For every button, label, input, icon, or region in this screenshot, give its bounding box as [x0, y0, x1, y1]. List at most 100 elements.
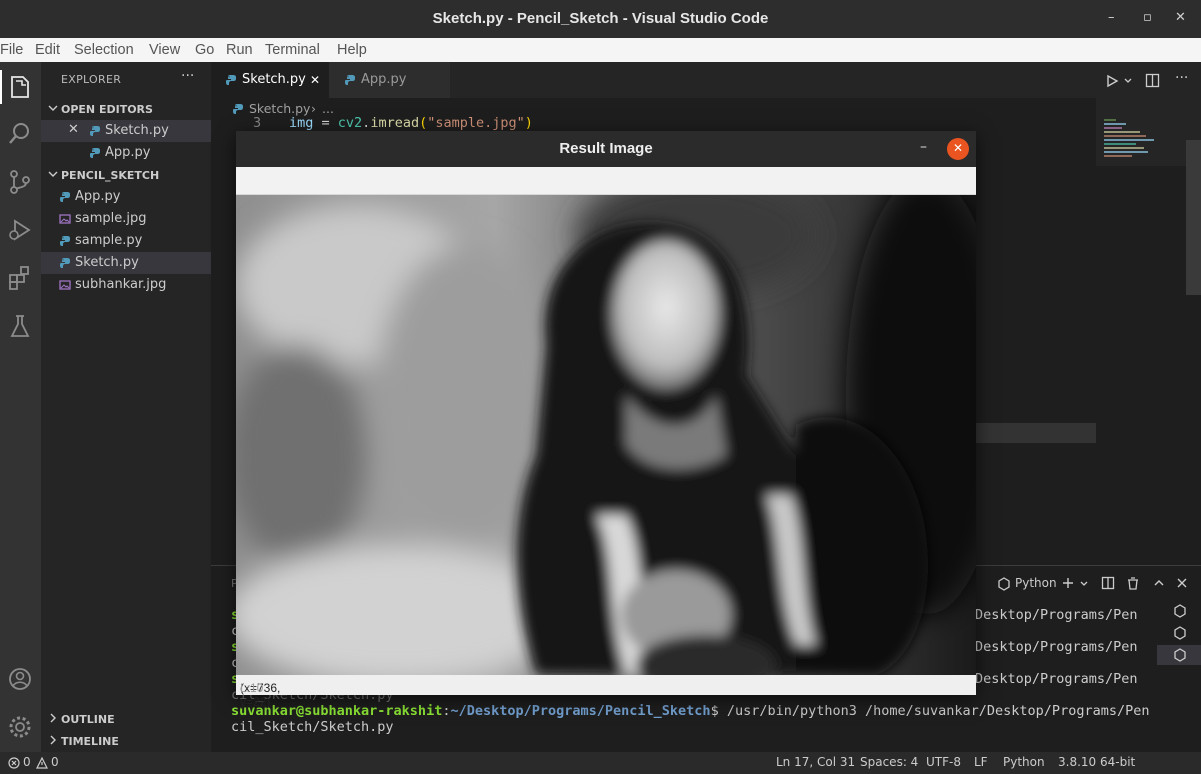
- split-terminal-icon[interactable]: [1101, 576, 1115, 590]
- python-file-icon: [226, 75, 236, 85]
- prompt-dollar: $: [710, 703, 727, 719]
- close-editor-icon[interactable]: ✕: [68, 122, 79, 137]
- maximize-button[interactable]: ▫: [1143, 10, 1152, 25]
- open-editors-label: OPEN EDITORS: [61, 103, 153, 116]
- python-file-icon: [60, 258, 70, 268]
- run-debug-icon[interactable]: [6, 216, 34, 244]
- result-window-title: Result Image: [559, 140, 653, 157]
- window-title: Sketch.py - Pencil_Sketch - Visual Studi…: [432, 10, 769, 27]
- terminal-line-end: Desktop/Programs/Pen: [975, 639, 1138, 655]
- run-file-icon[interactable]: [1105, 74, 1119, 88]
- terminal-instance-icon[interactable]: [1173, 604, 1187, 618]
- result-window-statusbar: (x=736, y=22) ~ L:10: [236, 675, 976, 723]
- explorer-icon[interactable]: [6, 73, 34, 101]
- menu-selection[interactable]: Selection: [74, 42, 134, 58]
- current-line-highlight: [971, 423, 1096, 443]
- chevron-down-icon[interactable]: [1079, 579, 1089, 589]
- file-name: App.py: [75, 189, 121, 204]
- terminal-instance-icon[interactable]: [1173, 626, 1187, 640]
- tab-sketch-py[interactable]: Sketch.py ✕: [211, 62, 329, 98]
- menu-view[interactable]: View: [149, 42, 180, 58]
- account-icon[interactable]: [6, 665, 34, 693]
- open-editor-item[interactable]: ✕ Sketch.py: [41, 120, 211, 142]
- timeline-section[interactable]: TIMELINE: [41, 730, 211, 752]
- tab-close-icon[interactable]: ✕: [310, 73, 320, 87]
- search-icon[interactable]: [6, 120, 34, 148]
- settings-gear-icon[interactable]: [6, 713, 34, 741]
- code-fn: imread: [370, 115, 420, 131]
- code-op: =: [313, 115, 338, 131]
- tab-label: App.py: [361, 72, 407, 87]
- explorer-more-actions[interactable]: ···: [181, 68, 194, 84]
- chevron-right-icon: [50, 713, 56, 723]
- end-of-line[interactable]: LF: [974, 755, 988, 769]
- result-close-button[interactable]: ✕: [947, 138, 969, 160]
- tab-app-py[interactable]: App.py: [329, 62, 450, 98]
- python-interpreter[interactable]: 3.8.10 64-bit: [1058, 755, 1135, 769]
- sketch-result-image[interactable]: [236, 195, 976, 675]
- minimap[interactable]: [1096, 98, 1201, 565]
- menu-terminal[interactable]: Terminal: [265, 42, 320, 58]
- code-obj: cv2: [337, 115, 363, 131]
- explorer-title: EXPLORER: [61, 73, 122, 86]
- menu-edit[interactable]: Edit: [35, 42, 60, 58]
- active-indicator: [0, 70, 2, 104]
- python-file-icon: [60, 236, 70, 246]
- pixel-level: L:10: [240, 681, 264, 695]
- folder-section[interactable]: PENCIL_SKETCH: [41, 164, 211, 186]
- file-name: Sketch.py: [75, 255, 139, 270]
- file-item[interactable]: subhankar.jpg: [41, 274, 211, 296]
- chevron-down-icon[interactable]: [1123, 76, 1133, 86]
- folder-label: PENCIL_SKETCH: [61, 169, 160, 182]
- testing-icon[interactable]: [6, 312, 34, 340]
- trash-icon[interactable]: [1126, 576, 1140, 590]
- error-count[interactable]: 0: [23, 755, 31, 769]
- warning-icon[interactable]: [36, 757, 48, 769]
- encoding[interactable]: UTF-8: [926, 755, 961, 769]
- terminal-shell-label[interactable]: Python: [1015, 576, 1057, 590]
- close-panel-icon[interactable]: [1176, 577, 1188, 589]
- minimize-button[interactable]: –: [1108, 10, 1115, 25]
- open-editor-name: App.py: [105, 145, 151, 160]
- open-editor-name: Sketch.py: [105, 123, 169, 138]
- menu-file[interactable]: File: [0, 42, 23, 58]
- result-image-window: Result Image – ✕ (x=736, y=22) ~ L:10: [236, 131, 976, 723]
- file-name: sample.jpg: [75, 211, 147, 226]
- warning-count[interactable]: 0: [51, 755, 59, 769]
- file-item[interactable]: sample.jpg: [41, 208, 211, 230]
- new-terminal-icon[interactable]: [1061, 576, 1075, 590]
- open-editors-section[interactable]: OPEN EDITORS: [41, 98, 211, 120]
- close-window-button[interactable]: ✕: [1175, 10, 1186, 25]
- language-mode[interactable]: Python: [1003, 755, 1045, 769]
- breadcrumb-more[interactable]: ...: [322, 101, 334, 116]
- cursor-position[interactable]: Ln 17, Col 31: [776, 755, 855, 769]
- editor-scrollbar[interactable]: [1186, 140, 1201, 295]
- indentation[interactable]: Spaces: 4: [860, 755, 918, 769]
- breadcrumb-file[interactable]: Sketch.py: [249, 101, 310, 116]
- menu-go[interactable]: Go: [195, 42, 214, 58]
- image-file-icon: [59, 280, 71, 290]
- terminal-instance-icon: [1174, 648, 1186, 662]
- source-control-icon[interactable]: [6, 168, 34, 196]
- result-minimize-button[interactable]: –: [920, 139, 927, 155]
- open-editor-item[interactable]: App.py: [41, 142, 211, 164]
- file-item[interactable]: App.py: [41, 186, 211, 208]
- file-item-selected[interactable]: Sketch.py: [41, 252, 211, 274]
- code-string: "sample.jpg": [427, 115, 525, 131]
- more-actions-icon[interactable]: ···: [1175, 70, 1188, 86]
- window-titlebar: Sketch.py - Pencil_Sketch - Visual Studi…: [0, 0, 1201, 38]
- python-file-icon: [90, 126, 100, 136]
- outline-section[interactable]: OUTLINE: [41, 708, 211, 730]
- status-bar: 0 0 Ln 17, Col 31 Spaces: 4 UTF-8 LF Pyt…: [0, 752, 1201, 774]
- menu-run[interactable]: Run: [226, 42, 253, 58]
- file-item[interactable]: sample.py: [41, 230, 211, 252]
- split-editor-icon[interactable]: [1145, 73, 1160, 88]
- chevron-up-icon[interactable]: [1153, 577, 1165, 589]
- tab-label: Sketch.py: [242, 72, 306, 87]
- terminal-instance-selected[interactable]: [1157, 645, 1201, 665]
- result-window-titlebar[interactable]: Result Image – ✕: [236, 131, 976, 167]
- error-icon[interactable]: [8, 757, 20, 769]
- menu-help[interactable]: Help: [337, 42, 367, 58]
- extensions-icon[interactable]: [6, 264, 34, 292]
- breadcrumb-separator: ›: [311, 101, 316, 116]
